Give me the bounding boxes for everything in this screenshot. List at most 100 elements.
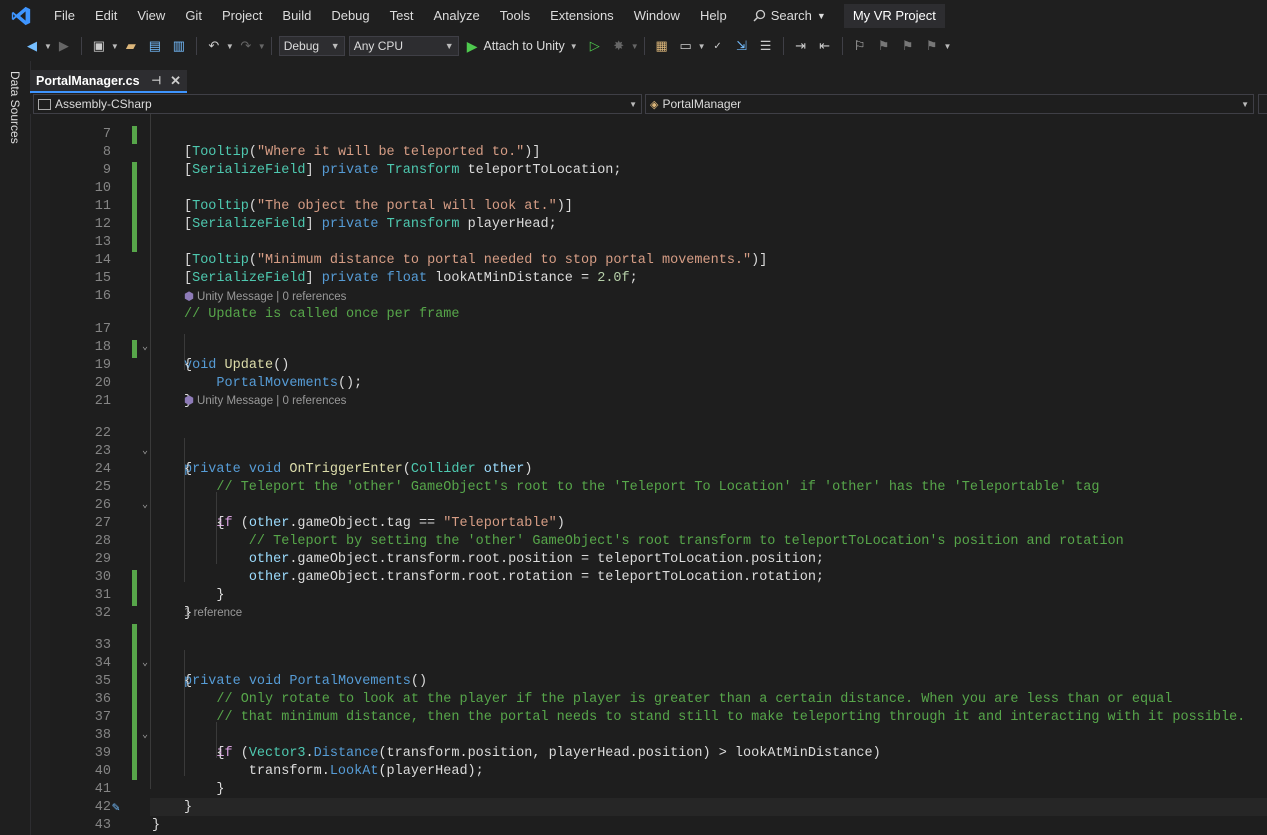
code-line: 7 [Tooltip("Where it will be teleported …	[50, 114, 1267, 160]
code-line: 25 ⌄ if (other.gameObject.tag == "Telepo…	[50, 461, 1267, 531]
code-line: 27 // Teleport by setting the 'other' Ga…	[50, 497, 1267, 549]
member-select-edge[interactable]	[1258, 94, 1267, 114]
menu-item-extensions[interactable]: Extensions	[540, 0, 624, 31]
code-line: 22 ⌄ private void OnTriggerEnter(Collide…	[50, 407, 1267, 477]
indent-icon[interactable]: ⇥	[792, 37, 810, 55]
start-without-debugging-icon[interactable]: ▷	[586, 37, 604, 55]
menu-item-project[interactable]: Project	[212, 0, 272, 31]
platform-value: Any CPU	[353, 39, 404, 53]
hot-reload-icon[interactable]: ✸	[610, 37, 628, 55]
menu-item-git[interactable]: Git	[175, 0, 212, 31]
layout-dropdown-icon[interactable]: ▼	[698, 42, 706, 51]
window-layout-icon[interactable]: ▭	[677, 37, 695, 55]
menu-item-help[interactable]: Help	[690, 0, 737, 31]
bookmark-icon[interactable]: ⚐	[851, 37, 869, 55]
code-line: 38 {	[50, 709, 1267, 761]
outdent-icon[interactable]: ⇤	[816, 37, 834, 55]
menu-item-file[interactable]: File	[44, 0, 85, 31]
class-icon: ◈	[650, 98, 659, 111]
save-icon[interactable]: ▤	[146, 37, 164, 55]
toolbar-separator	[270, 37, 272, 55]
project-title[interactable]: My VR Project	[843, 3, 945, 28]
chevron-down-icon: ▼	[444, 41, 454, 51]
spell-check-icon[interactable]: ✓	[709, 37, 727, 55]
search-label: Search	[770, 8, 812, 23]
clear-bookmarks-icon[interactable]: ⚑	[923, 37, 941, 55]
menu-item-window[interactable]: Window	[624, 0, 690, 31]
platform-select[interactable]: Any CPU ▼	[348, 36, 459, 56]
chevron-down-icon: ▼	[629, 99, 637, 109]
code-line: 39 transform.LookAt(playerHead);	[50, 727, 1267, 779]
chevron-down-icon: ▼	[569, 41, 578, 51]
code-text: }	[152, 818, 161, 833]
menu-item-edit[interactable]: Edit	[85, 0, 127, 31]
tab-portal-manager[interactable]: PortalManager.cs ⊣ ✕	[30, 70, 188, 93]
unity-cube-icon: ⬢	[184, 291, 195, 303]
code-editor[interactable]: 7 [Tooltip("Where it will be teleported …	[50, 114, 1267, 835]
code-line: 23 {	[50, 425, 1267, 477]
code-line: 19 PortalMovements();	[50, 339, 1267, 391]
pin-icon[interactable]: ⊣	[152, 74, 162, 87]
chevron-down-icon: ▼	[1241, 99, 1249, 109]
previous-bookmark-icon[interactable]: ⚑	[875, 37, 893, 55]
toolbar-separator	[841, 37, 843, 55]
data-sources-tab[interactable]: Data Sources	[8, 71, 22, 144]
project-select[interactable]: Assembly-CSharp ▼	[33, 94, 642, 114]
redo-icon[interactable]: ↷	[237, 37, 255, 55]
navigate-forward-icon[interactable]: ▶	[55, 37, 73, 55]
code-line: 34 {	[50, 637, 1267, 689]
code-line: 26 {	[50, 479, 1267, 531]
type-select[interactable]: ◈ PortalManager ▼	[645, 94, 1254, 114]
step-into-icon[interactable]: ⇲	[733, 37, 751, 55]
search-box[interactable]: Search ▼	[743, 8, 836, 23]
new-dropdown-icon[interactable]: ▼	[111, 42, 119, 51]
code-line: 28 other.gameObject.transform.root.posit…	[50, 515, 1267, 567]
project-select-value: Assembly-CSharp	[55, 97, 152, 111]
code-lens-text: 1 reference	[184, 607, 243, 619]
csharp-project-icon	[38, 98, 51, 110]
code-lens-text: Unity Message | 0 references	[197, 395, 347, 407]
undo-icon[interactable]: ↶	[205, 37, 223, 55]
menu-item-build[interactable]: Build	[272, 0, 321, 31]
code-line: 35 // Only rotate to look at the player …	[50, 655, 1267, 707]
type-select-value: PortalManager	[662, 97, 742, 111]
open-folder-icon[interactable]: ▰	[122, 37, 140, 55]
search-icon	[753, 9, 765, 22]
play-icon: ▶	[466, 37, 478, 54]
code-line: 33 ⌄ private void PortalMovements()	[50, 619, 1267, 689]
menu-item-test[interactable]: Test	[380, 0, 424, 31]
back-dropdown-icon[interactable]: ▼	[44, 42, 52, 51]
save-all-icon[interactable]: ▥	[170, 37, 188, 55]
menu-bar: File Edit View Git Project Build Debug Test Anal…	[0, 0, 1267, 31]
unity-cube-icon: ⬢	[184, 395, 195, 407]
menu-item-view[interactable]: View	[127, 0, 175, 31]
menu-item-debug[interactable]: Debug	[321, 0, 379, 31]
navigate-back-icon[interactable]: ◀	[23, 37, 41, 55]
toolbar-overflow-icon[interactable]: ▼	[944, 42, 952, 51]
visual-studio-logo-icon[interactable]	[10, 5, 32, 27]
configuration-select[interactable]: Debug ▼	[278, 36, 345, 56]
code-line: 29 other.gameObject.transform.root.rotat…	[50, 533, 1267, 585]
attach-label: Attach to Unity	[483, 39, 565, 53]
code-line: 11 [SerializeField] private Transform pl…	[50, 180, 1267, 232]
hot-reload-dropdown-icon[interactable]: ▼	[631, 42, 639, 51]
attach-to-unity-button[interactable]: ▶ Attach to Unity ▼	[467, 38, 578, 55]
toolbar-separator	[782, 37, 784, 55]
menu-item-tools[interactable]: Tools	[490, 0, 540, 31]
new-project-icon[interactable]: ▣	[90, 37, 108, 55]
document-tab-bar: PortalManager.cs ⊣ ✕	[30, 70, 1267, 93]
code-line: 37 ⌄ if (Vector3.Distance(transform.posi…	[50, 691, 1267, 761]
code-line: 30 }	[50, 551, 1267, 603]
line-number: 43	[94, 818, 111, 833]
code-lens-text: Unity Message | 0 references	[197, 291, 347, 303]
class-view-icon[interactable]: ☰	[757, 37, 775, 55]
undo-dropdown-icon[interactable]: ▼	[226, 42, 234, 51]
code-line: 18 {	[50, 321, 1267, 373]
close-icon[interactable]: ✕	[170, 73, 181, 89]
redo-dropdown-icon[interactable]: ▼	[258, 42, 266, 51]
menu-item-analyze[interactable]: Analyze	[423, 0, 489, 31]
code-line: 40 }	[50, 745, 1267, 797]
solution-explorer-icon[interactable]: ▦	[653, 37, 671, 55]
next-bookmark-icon[interactable]: ⚑	[899, 37, 917, 55]
quick-actions-brush-icon[interactable]: ✎	[112, 799, 120, 817]
